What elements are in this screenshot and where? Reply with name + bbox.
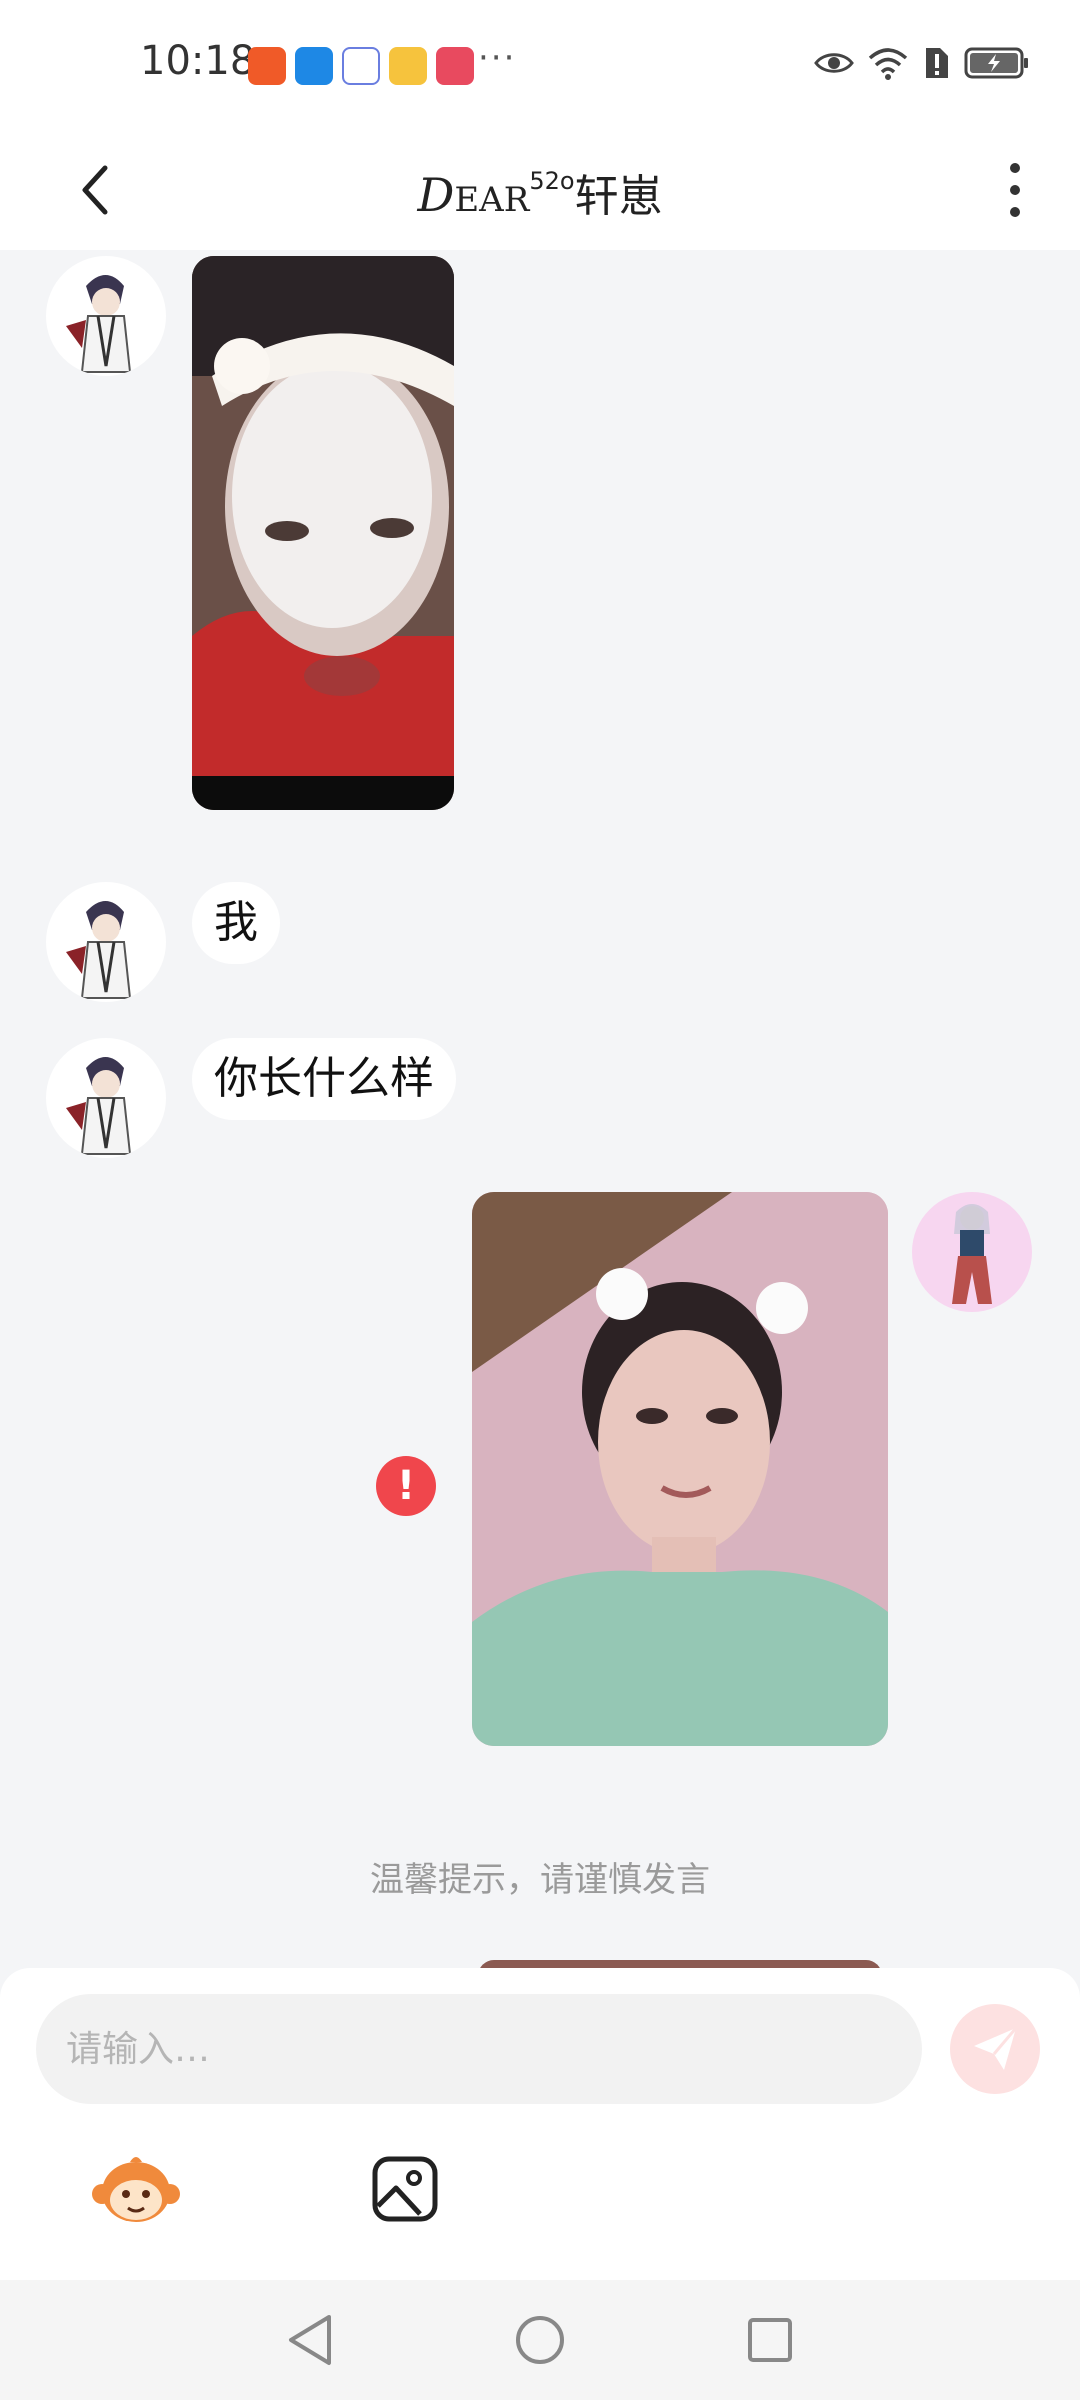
message-bubble[interactable]: 我 <box>192 882 280 964</box>
contact-name: 轩崽 <box>574 171 663 222</box>
title-superscript: 52o <box>529 167 575 196</box>
status-bar: 10:18 ··· <box>0 0 1080 130</box>
eye-icon <box>814 53 854 73</box>
contact-avatar[interactable] <box>46 1038 166 1158</box>
image-picker-button[interactable] <box>370 2154 440 2224</box>
image-icon <box>372 2156 438 2222</box>
kuaishou-app-icon <box>248 47 286 85</box>
sim-alert-icon <box>926 48 948 78</box>
nav-recents-button[interactable] <box>740 2310 800 2370</box>
sent-photo[interactable] <box>472 1192 888 1746</box>
safety-tip: 温馨提示，请谨慎发言 <box>370 1860 710 1900</box>
emoji-button[interactable] <box>92 2148 180 2228</box>
circle-home-icon <box>516 2316 564 2364</box>
received-photo[interactable] <box>192 256 454 810</box>
face-mask-selfie-image <box>192 256 454 810</box>
girl-character-avatar-icon <box>952 1204 992 1304</box>
square-recents-icon <box>748 2318 792 2362</box>
monkey-emoji-icon <box>92 2157 180 2222</box>
title-dear-rest: EAR <box>454 180 530 220</box>
paper-plane-icon <box>974 2027 1018 2070</box>
title-dear-initial: D <box>417 168 455 222</box>
nav-back-button[interactable] <box>280 2310 340 2370</box>
send-button[interactable] <box>950 2004 1040 2094</box>
nav-home-button[interactable] <box>510 2310 570 2370</box>
chat-title: DEAR52o轩崽 <box>0 160 1080 224</box>
more-notifications-icon: ··· <box>478 38 517 78</box>
triangle-back-icon <box>289 2315 331 2365</box>
notification-icons <box>248 47 474 85</box>
wifi-icon <box>868 48 908 80</box>
more-dot-icon <box>1010 207 1020 217</box>
music-app-icon <box>342 47 380 85</box>
contact-avatar[interactable] <box>46 256 166 376</box>
status-right-icons <box>814 46 1030 80</box>
contact-avatar[interactable] <box>46 882 166 1002</box>
battery-charging-icon <box>964 47 1028 79</box>
anime-character-avatar-icon <box>66 901 132 999</box>
message-input[interactable] <box>36 1994 922 2104</box>
book-app-icon <box>436 47 474 85</box>
send-failed-icon[interactable]: ! <box>376 1456 436 1516</box>
input-panel <box>0 1968 1080 2280</box>
girl-selfie-image <box>472 1192 888 1746</box>
chat-header: DEAR52o轩崽 <box>0 130 1080 250</box>
weather-app-icon <box>295 47 333 85</box>
anime-character-avatar-icon <box>66 1057 132 1155</box>
more-dot-icon <box>1010 163 1020 173</box>
my-avatar[interactable] <box>912 1192 1032 1312</box>
anime-character-avatar-icon <box>66 275 132 373</box>
more-options-button[interactable] <box>990 152 1040 228</box>
system-navigation-bar <box>0 2280 1080 2400</box>
status-time: 10:18 <box>140 38 256 84</box>
chat-screen: 10:18 ··· DEAR52o轩崽 我 你长什么样 ! 温馨提示，请谨慎发言… <box>0 0 1080 2400</box>
more-dot-icon <box>1010 185 1020 195</box>
weibo-app-icon <box>389 47 427 85</box>
message-bubble[interactable]: 你长什么样 <box>192 1038 456 1120</box>
